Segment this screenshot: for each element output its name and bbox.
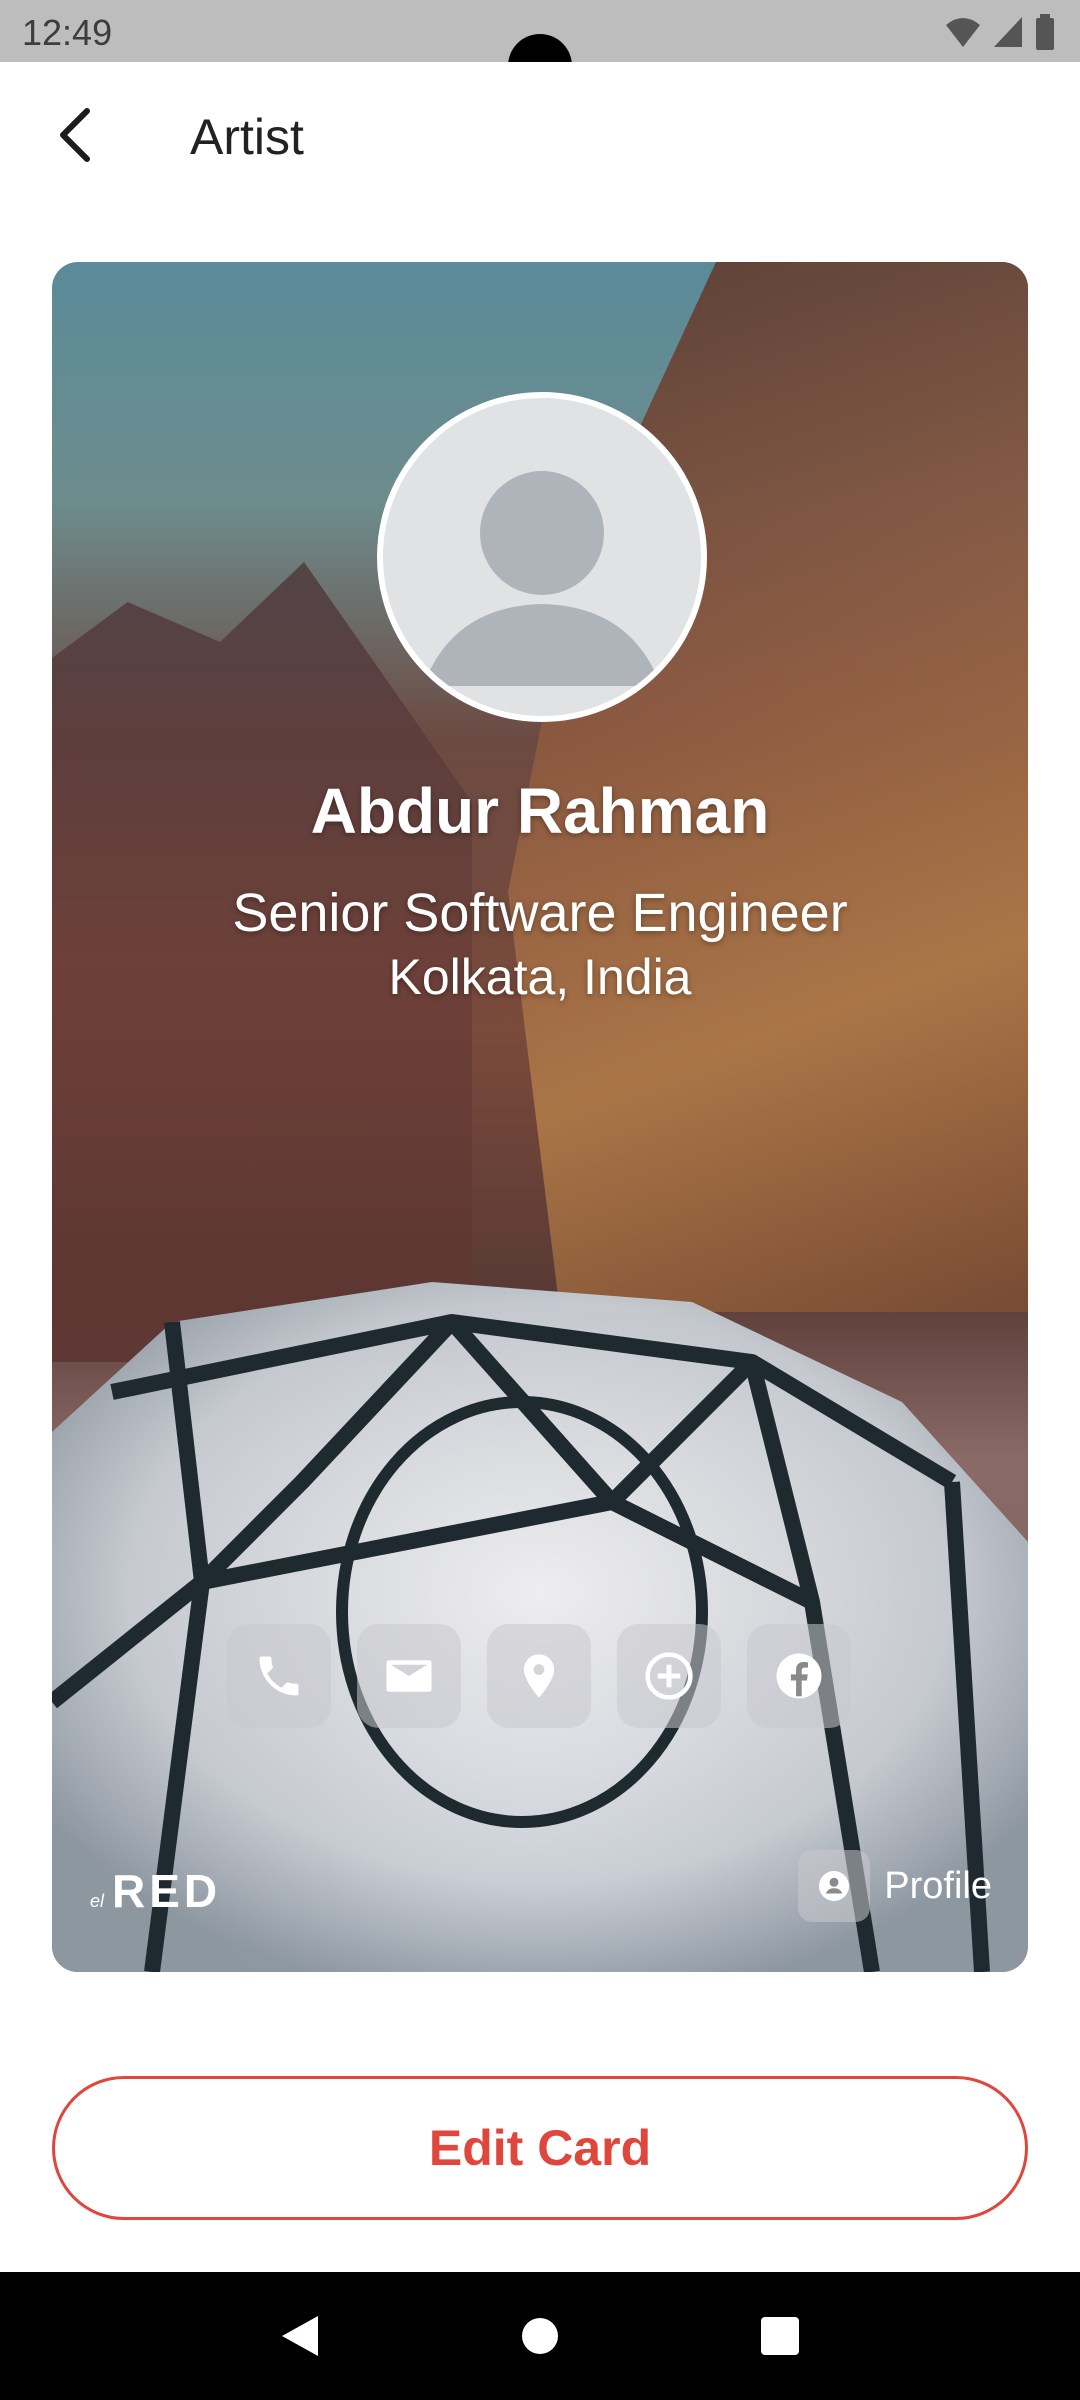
phone-icon: [259, 1656, 299, 1696]
phone-button[interactable]: [227, 1624, 331, 1728]
system-nav-bar: [0, 2272, 1080, 2400]
card-content: Abdur Rahman Senior Software Engineer Ko…: [52, 262, 1028, 1972]
home-circle-icon: [522, 2318, 558, 2354]
profile-label: Profile: [884, 1864, 992, 1907]
mail-icon: [386, 1660, 432, 1692]
back-arrow-icon: [60, 108, 90, 162]
wifi-icon: [946, 18, 980, 47]
brand-prefix: el: [90, 1891, 105, 1911]
brand-name: RED: [112, 1865, 222, 1917]
page-title: Artist: [190, 109, 304, 165]
facebook-button[interactable]: [747, 1624, 851, 1728]
back-triangle-icon: [282, 2316, 318, 2356]
recents-square-icon: [761, 2317, 799, 2355]
facebook-icon: [776, 1653, 822, 1699]
edit-card-label: Edit Card: [428, 2120, 652, 2176]
nav-home-button[interactable]: [495, 2291, 585, 2381]
back-button[interactable]: [40, 100, 110, 170]
profile-icon-box: [798, 1850, 871, 1922]
signal-icon: [994, 17, 1022, 47]
status-time: 12:49: [22, 12, 113, 53]
location-pin-icon: [523, 1654, 555, 1698]
battery-icon: [1036, 14, 1054, 50]
card-location: Kolkata, India: [388, 949, 692, 1005]
nav-recents-button[interactable]: [735, 2291, 825, 2381]
profile-card[interactable]: Abdur Rahman Senior Software Engineer Ko…: [52, 262, 1028, 1972]
email-button[interactable]: [357, 1624, 461, 1728]
brand-logo: el RED: [90, 1864, 221, 1918]
person-badge-icon: [819, 1871, 850, 1901]
status-icons: [944, 12, 1056, 52]
location-button[interactable]: [487, 1624, 591, 1728]
app-bar: Artist: [0, 62, 1080, 212]
card-name: Abdur Rahman: [310, 775, 770, 847]
nav-back-button[interactable]: [255, 2291, 345, 2381]
add-contact-button[interactable]: [617, 1624, 721, 1728]
card-job-title: Senior Software Engineer: [232, 883, 848, 943]
profile-link[interactable]: Profile: [798, 1850, 992, 1922]
person-placeholder-icon: [423, 471, 661, 686]
add-circle-icon: [645, 1652, 693, 1700]
edit-card-button[interactable]: Edit Card: [52, 2076, 1028, 2220]
contact-actions: [227, 1624, 883, 1728]
avatar[interactable]: [377, 392, 707, 722]
